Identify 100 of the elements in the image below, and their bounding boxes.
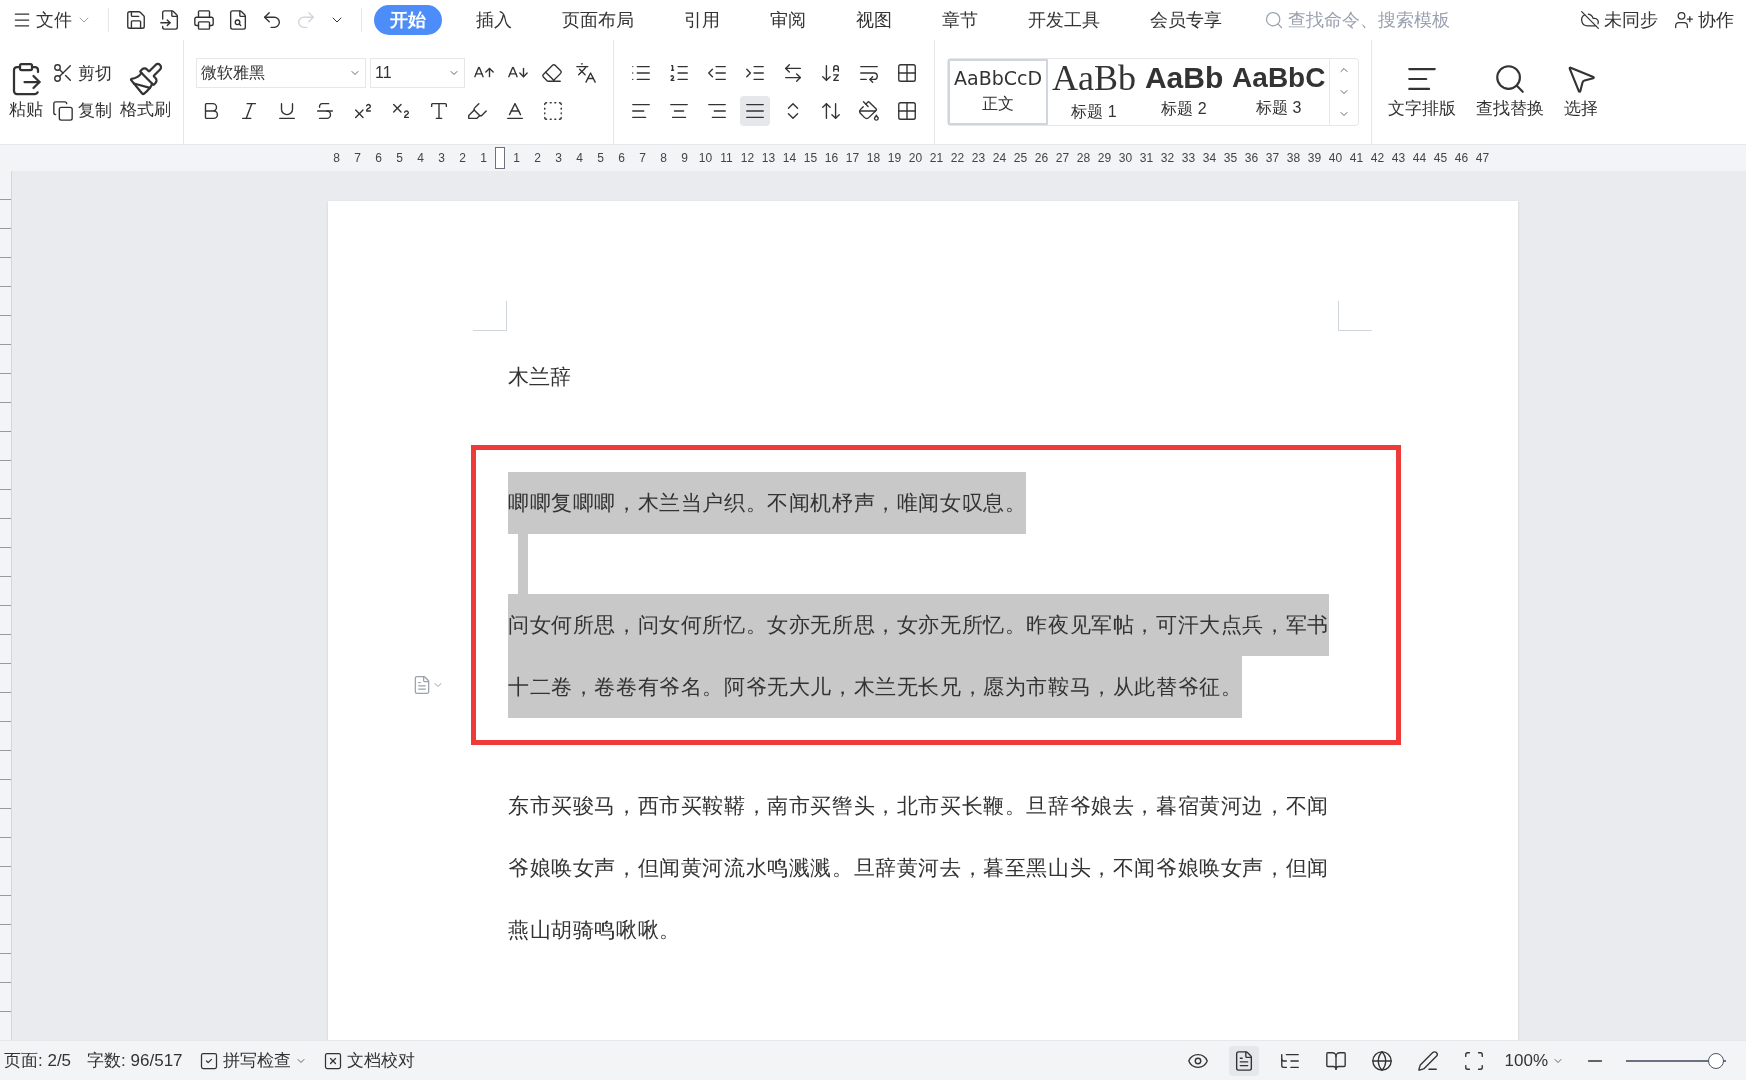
ruler-number: 24	[991, 150, 1008, 167]
ribbon-tab[interactable]: 页面布局	[546, 5, 650, 35]
ruler-number: 27	[1054, 150, 1071, 167]
ruler-number: 21	[928, 150, 945, 167]
ruler-number: 1	[512, 150, 521, 167]
font-name-field[interactable]: 微软雅黑	[196, 58, 366, 88]
ruler-number: 31	[1138, 150, 1155, 167]
collaborate-button[interactable]: 协作	[1674, 6, 1734, 34]
page-view-icon[interactable]	[1228, 1045, 1259, 1076]
ruler-number: 42	[1369, 150, 1386, 167]
style-preset[interactable]: AaBb 标题 2	[1140, 59, 1229, 125]
ruler-number: 20	[907, 150, 924, 167]
ruler-number: 8	[332, 150, 341, 167]
page-indicator[interactable]: 页面: 2/5	[4, 1047, 72, 1074]
ribbon-tab[interactable]: 开发工具	[1012, 5, 1116, 35]
paste-button[interactable]: 粘贴	[8, 61, 44, 123]
ruler-number: 34	[1201, 150, 1218, 167]
ruler-number: 23	[970, 150, 987, 167]
ruler-number: 14	[781, 150, 798, 167]
copy-icon	[52, 99, 74, 122]
ruler-number: 25	[1012, 150, 1029, 167]
ribbon-tab[interactable]: 章节	[926, 5, 994, 35]
ribbon-tab[interactable]: 审阅	[754, 5, 822, 35]
ruler-number: 44	[1411, 150, 1428, 167]
ruler-number: 33	[1180, 150, 1197, 167]
ruler-number: 16	[823, 150, 840, 167]
ruler-number: 47	[1474, 150, 1491, 167]
copy-button[interactable]: 复制	[52, 98, 112, 124]
ruler-number: 6	[374, 150, 383, 167]
ruler-number: 30	[1117, 150, 1134, 167]
ruler-number: 37	[1264, 150, 1281, 167]
ruler-number: 7	[353, 150, 362, 167]
ruler-number: 36	[1243, 150, 1260, 167]
cloud-icon	[1580, 10, 1600, 30]
ruler-number: 2	[533, 150, 542, 167]
paragraph-line: 爷娘唤女声，但闻黄河流水鸣溅溅。旦辞黄河去，暮至黑山头，不闻爷娘唤女声，但闻	[508, 854, 1329, 881]
x-box-icon	[322, 1050, 343, 1071]
ruler-number: 19	[886, 150, 903, 167]
ruler-number: 4	[575, 150, 584, 167]
margin-corner-icon	[473, 301, 507, 331]
ruler-number: 41	[1348, 150, 1365, 167]
search-icon	[1264, 10, 1284, 30]
ruler-number: 26	[1033, 150, 1050, 167]
style-preset[interactable]: AaBb 标题 1	[1048, 59, 1141, 125]
ruler-number: 5	[395, 150, 404, 167]
find-replace-button[interactable]: 查找替换	[1476, 62, 1545, 122]
ribbon-tab[interactable]: 视图	[840, 5, 908, 35]
ruler-number: 7	[638, 150, 647, 167]
select-button[interactable]: 选择	[1564, 62, 1599, 122]
ruler-number: 12	[739, 150, 756, 167]
paragraph-line: 燕山胡骑鸣啾啾。	[508, 916, 681, 943]
ruler-number: 28	[1075, 150, 1092, 167]
ruler-number: 10	[697, 150, 714, 167]
ruler-number: 11	[719, 150, 734, 167]
add-user-icon	[1674, 10, 1694, 30]
format-painter-button[interactable]: 格式刷	[120, 61, 171, 123]
file-menu-button[interactable]: 文件	[8, 6, 96, 34]
style-preset[interactable]: AaBbCcD 正文	[948, 59, 1049, 125]
ruler-number: 4	[416, 150, 425, 167]
font-size-field[interactable]: 11	[370, 58, 465, 88]
ruler-number: 5	[596, 150, 605, 167]
style-preset[interactable]: AaBbC 标题 3	[1228, 59, 1330, 125]
ruler-number: 13	[760, 150, 777, 167]
ruler-number: 17	[844, 150, 861, 167]
scissors-icon	[52, 62, 74, 85]
ruler-number: 22	[949, 150, 966, 167]
ruler-number: 35	[1222, 150, 1239, 167]
ruler-number: 40	[1327, 150, 1344, 167]
ruler-number: 3	[437, 150, 446, 167]
ruler-number: 39	[1306, 150, 1323, 167]
zoom-level-button[interactable]: 100%	[1504, 1047, 1564, 1074]
paragraph-options-icon[interactable]	[412, 674, 444, 695]
ruler-number: 18	[865, 150, 882, 167]
ruler-number: 29	[1096, 150, 1113, 167]
ribbon-tab[interactable]: 插入	[460, 5, 528, 35]
ruler-number: 9	[680, 150, 689, 167]
ruler-number: 1	[479, 150, 488, 167]
zoom-slider-thumb[interactable]	[1708, 1052, 1724, 1069]
justify-icon[interactable]	[740, 96, 770, 126]
ruler-number: 15	[802, 150, 819, 167]
checkbox-icon	[198, 1050, 219, 1071]
margin-corner-icon	[1338, 301, 1372, 331]
paragraph-line: 东市买骏马，西市买鞍鞯，南市买辔头，北市买长鞭。旦辞爷娘去，暮宿黄河边，不闻	[508, 792, 1329, 819]
ruler-number: 45	[1432, 150, 1449, 167]
ruler-number: 32	[1159, 150, 1176, 167]
ribbon-tab[interactable]: 引用	[668, 5, 736, 35]
ruler-number: 46	[1453, 150, 1470, 167]
spell-check-button[interactable]: 拼写检查	[198, 1047, 307, 1074]
document-title: 木兰辞	[508, 364, 572, 390]
ruler-number: 8	[659, 150, 668, 167]
word-count[interactable]: 字数: 96/517	[87, 1047, 183, 1074]
ruler-number: 6	[617, 150, 626, 167]
cut-button[interactable]: 剪切	[52, 60, 112, 86]
proofread-button[interactable]: 文档校对	[322, 1047, 415, 1074]
ribbon-tab[interactable]: 会员专享	[1134, 5, 1238, 35]
ruler-number: 2	[458, 150, 467, 167]
paintbrush-icon	[127, 61, 164, 98]
sync-status-button[interactable]: 未同步	[1580, 6, 1658, 34]
indent-marker-icon[interactable]	[495, 147, 505, 169]
text-layout-button[interactable]: 文字排版	[1388, 62, 1457, 122]
